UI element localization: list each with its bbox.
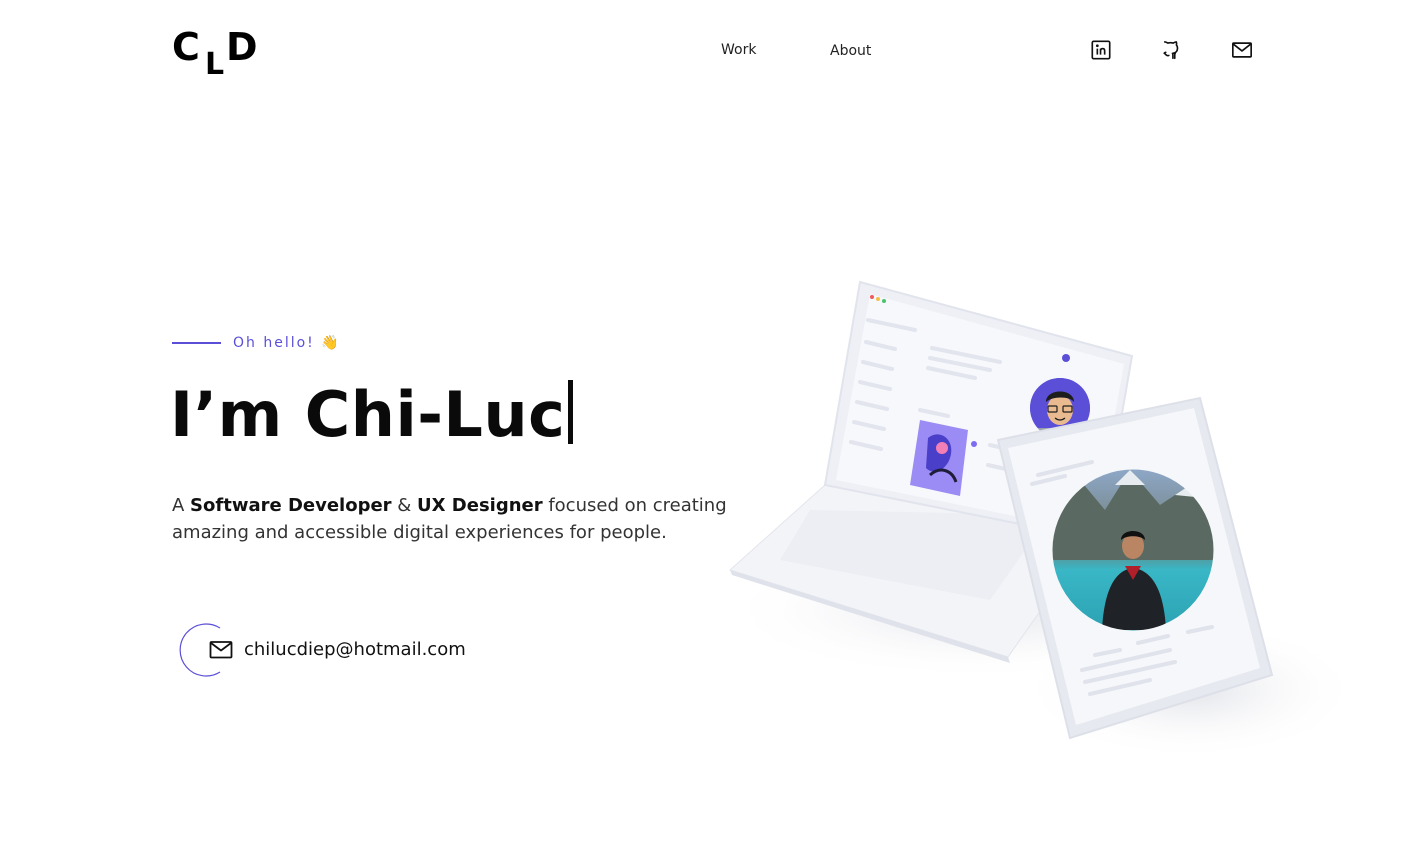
mail-icon[interactable] [1230,38,1254,62]
desc-role-developer: Software Developer [190,495,392,516]
hero-description: A Software Developer & UX Designer focus… [172,492,732,546]
hero-illustration [720,270,1360,760]
desc-role-designer: UX Designer [417,495,543,516]
github-icon[interactable] [1160,38,1184,62]
email-address[interactable]: chilucdiep@hotmail.com [244,639,466,660]
headline-text: I’m Chi-Luc [170,378,566,451]
hero-headline: I’m Chi-Luc [170,378,574,451]
logo-letter-d: D [226,25,258,69]
desc-prefix: A [172,495,191,516]
desc-ampersand: & [391,495,418,516]
logo[interactable]: C L D [172,28,260,82]
linkedin-icon[interactable] [1089,38,1113,62]
logo-letter-c: C [172,25,200,69]
typing-cursor [568,380,574,444]
nav-work-link[interactable]: Work [721,42,756,58]
nav-about-link[interactable]: About [830,43,871,59]
mail-icon [209,641,233,659]
eyebrow-text: Oh hello! 👋 [233,335,341,351]
hero-eyebrow: Oh hello! 👋 [172,335,341,351]
eyebrow-line [172,342,221,344]
logo-letter-l: L [205,47,225,82]
